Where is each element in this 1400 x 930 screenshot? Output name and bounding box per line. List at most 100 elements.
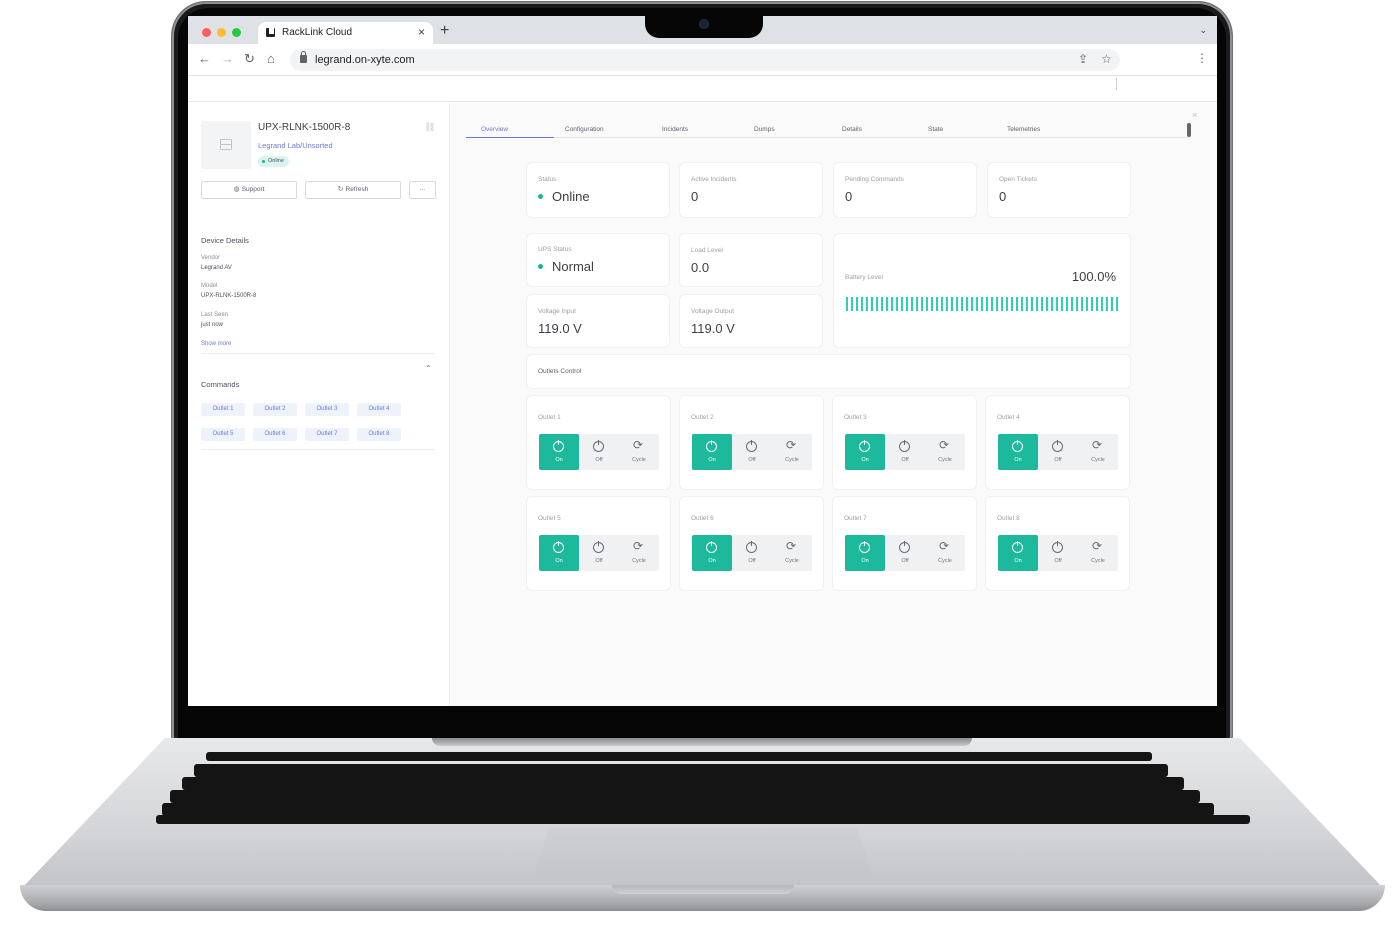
outlet-card: Outlet 7 On Off ⟳ Cycle — [833, 497, 976, 590]
model-value: UPX-RLNK-1500R-8 — [201, 293, 257, 299]
bookmark-star-icon[interactable]: ☆ — [1101, 52, 1112, 66]
forward-icon[interactable]: → — [221, 52, 234, 66]
chevron-up-icon[interactable]: ⌃ — [425, 364, 432, 373]
show-more-link[interactable]: Show more — [201, 341, 231, 347]
tab-dumps[interactable]: Dumps — [754, 126, 775, 133]
outlet-button-group: On Off ⟳ Cycle — [845, 535, 965, 571]
support-icon: ◍ — [233, 186, 240, 193]
outlet-cycle-button[interactable]: ⟳ Cycle — [1078, 434, 1118, 470]
outlet-on-button[interactable]: On — [539, 535, 579, 571]
power-icon — [593, 541, 604, 553]
command-outlet-1[interactable]: Outlet 1 — [201, 403, 245, 416]
load-level-label: Load Level — [691, 247, 723, 254]
command-outlet-2[interactable]: Outlet 2 — [253, 403, 297, 416]
load-level-value: 0.0 — [691, 260, 710, 275]
tab-overview[interactable]: Overview — [481, 126, 508, 133]
back-icon[interactable]: ← — [198, 52, 211, 66]
outlet-off-button[interactable]: Off — [885, 535, 925, 571]
outlet-on-button[interactable]: On — [539, 434, 579, 470]
outlet-name: Outlet 1 — [538, 414, 561, 421]
tab-close-icon[interactable]: × — [418, 25, 425, 39]
browser-menu-icon[interactable]: ⋮ — [1196, 52, 1208, 64]
voltage-input-value: 119.0 V — [538, 321, 582, 336]
scrollbar[interactable] — [1187, 123, 1191, 137]
support-button[interactable]: ◍ Support — [201, 181, 297, 199]
outlet-off-button[interactable]: Off — [732, 434, 772, 470]
last-seen-value: just now — [201, 322, 224, 328]
command-outlet-4[interactable]: Outlet 4 — [357, 403, 401, 416]
tickets-label: Open Tickets — [999, 176, 1037, 183]
pending-commands-card[interactable]: Pending Commands 0 — [834, 163, 976, 217]
command-outlet-3[interactable]: Outlet 3 — [305, 403, 349, 416]
address-bar[interactable]: legrand.on-xyte.com ⇪ ☆ — [290, 49, 1120, 71]
share-icon[interactable]: ⇪ — [1078, 52, 1088, 66]
outlet-off-button[interactable]: Off — [885, 434, 925, 470]
command-outlet-7[interactable]: Outlet 7 — [305, 428, 349, 441]
power-icon — [1052, 541, 1063, 553]
outlet-on-label: On — [555, 558, 563, 564]
outlet-button-group: On Off ⟳ Cycle — [998, 434, 1118, 470]
trackpad — [533, 828, 873, 878]
outlet-off-label: Off — [901, 558, 909, 564]
power-icon — [593, 440, 604, 452]
lock-icon[interactable] — [300, 51, 307, 63]
tab-search-icon[interactable]: ⌄ — [1199, 25, 1207, 36]
tab-incidents[interactable]: Incidents — [662, 126, 688, 133]
device-space-link[interactable]: Legrand Lab/Unsorted — [258, 141, 333, 150]
main-content: Overview Configuration Incidents Dumps Detai… — [451, 103, 1217, 706]
link-icon[interactable]: ⛓ — [424, 122, 435, 133]
keyboard — [156, 752, 1250, 824]
outlet-cycle-button[interactable]: ⟳ Cycle — [925, 434, 965, 470]
outlet-on-label: On — [1014, 558, 1022, 564]
outlet-on-button[interactable]: On — [998, 535, 1038, 571]
command-outlet-5[interactable]: Outlet 5 — [201, 428, 245, 441]
outlet-cycle-button[interactable]: ⟳ Cycle — [1078, 535, 1118, 571]
url-text[interactable]: legrand.on-xyte.com — [315, 54, 415, 66]
outlet-on-button[interactable]: On — [692, 434, 732, 470]
outlet-on-label: On — [1014, 457, 1022, 463]
minimize-window-dot[interactable] — [217, 28, 226, 37]
outlet-on-button[interactable]: On — [692, 535, 732, 571]
active-incidents-card[interactable]: Active Incidents 0 — [680, 163, 822, 217]
reload-icon[interactable]: ↻ — [244, 52, 255, 66]
outlet-off-button[interactable]: Off — [579, 535, 619, 571]
commands-title[interactable]: Commands — [201, 380, 239, 389]
ups-status-value: Normal — [538, 259, 594, 274]
more-actions-button[interactable]: ··· — [409, 181, 436, 199]
outlet-on-button[interactable]: On — [845, 434, 885, 470]
outlet-name: Outlet 7 — [844, 515, 867, 522]
outlet-cycle-button[interactable]: ⟳ Cycle — [619, 535, 659, 571]
power-icon — [553, 440, 564, 452]
outlet-cycle-button[interactable]: ⟳ Cycle — [925, 535, 965, 571]
vendor-label: Vendor — [201, 255, 221, 261]
refresh-button[interactable]: ↻ Refresh — [305, 181, 401, 199]
open-tickets-card[interactable]: Open Tickets 0 — [988, 163, 1130, 217]
outlet-cycle-button[interactable]: ⟳ Cycle — [619, 434, 659, 470]
outlet-off-button[interactable]: Off — [1038, 535, 1078, 571]
outlet-off-button[interactable]: Off — [732, 535, 772, 571]
command-outlet-6[interactable]: Outlet 6 — [253, 428, 297, 441]
outlet-off-button[interactable]: Off — [1038, 434, 1078, 470]
outlet-on-button[interactable]: On — [845, 535, 885, 571]
home-icon[interactable]: ⌂ — [267, 52, 275, 66]
tab-details[interactable]: Details — [842, 126, 862, 133]
new-tab-button[interactable]: + — [440, 22, 449, 40]
outlet-off-label: Off — [748, 457, 756, 463]
maximize-window-dot[interactable] — [232, 28, 241, 37]
outlet-off-button[interactable]: Off — [579, 434, 619, 470]
divider — [201, 353, 435, 354]
outlet-cycle-button[interactable]: ⟳ Cycle — [772, 434, 812, 470]
close-window-dot[interactable] — [202, 28, 211, 37]
tab-configuration[interactable]: Configuration — [565, 126, 604, 133]
browser-tab[interactable]: RackLink Cloud × — [258, 22, 433, 44]
outlet-cycle-label: Cycle — [785, 558, 799, 564]
close-icon[interactable]: × — [1192, 110, 1197, 120]
tab-telemetries[interactable]: Telemetries — [1007, 126, 1040, 133]
tab-state[interactable]: State — [928, 126, 943, 133]
outlet-cycle-button[interactable]: ⟳ Cycle — [772, 535, 812, 571]
outlet-card: Outlet 8 On Off ⟳ Cycle — [986, 497, 1129, 590]
power-icon — [859, 541, 870, 553]
camera-icon — [700, 20, 708, 28]
command-outlet-8[interactable]: Outlet 8 — [357, 428, 401, 441]
outlet-on-button[interactable]: On — [998, 434, 1038, 470]
